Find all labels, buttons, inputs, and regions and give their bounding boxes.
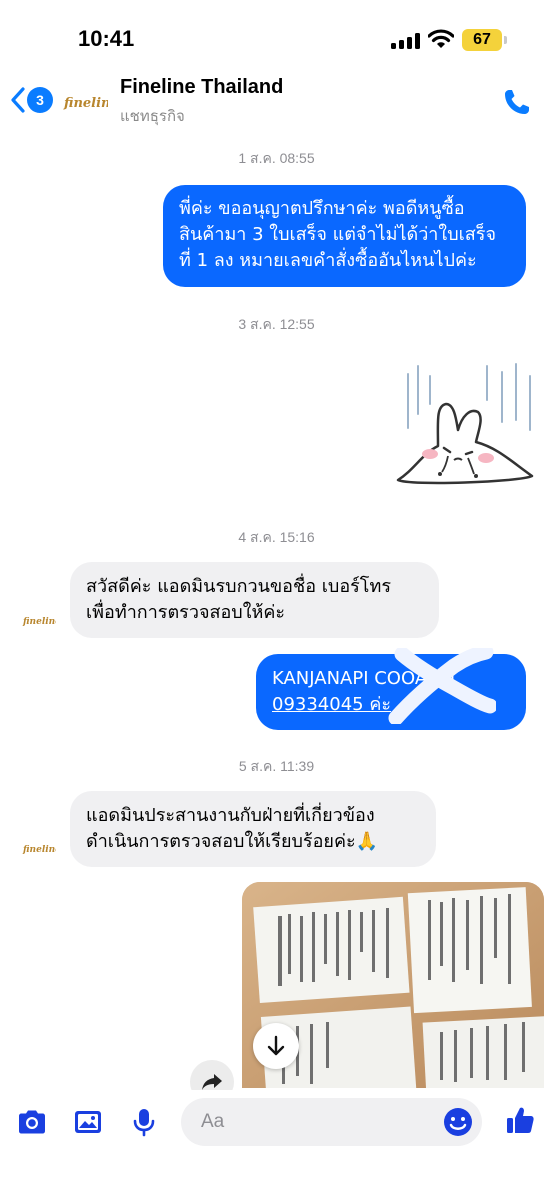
image-gallery-icon[interactable] [72,1106,104,1138]
incoming-message[interactable]: สวัสดีค่ะ แอดมินรบกวนขอชื่อ เบอร์โทร เพื… [70,562,439,638]
timestamp: 4 ส.ค. 15:16 [238,529,315,545]
microphone-icon[interactable] [128,1106,160,1138]
wifi-icon [428,29,454,48]
message-line: ดำเนินการตรวจสอบให้เรียบร้อยค่ะ🙏 [86,831,379,852]
thumbs-up-icon[interactable] [504,1104,536,1136]
svg-text:fineline: fineline [63,96,108,111]
fineline-logo-avatar[interactable]: fineline [22,836,56,860]
timestamp: 3 ส.ค. 12:55 [238,316,315,332]
unread-count-badge: 3 [27,87,53,113]
message-line: สวัสดีค่ะ แอดมินรบกวนขอชื่อ เบอร์โทร [86,576,391,597]
emoji-icon[interactable] [442,1106,474,1138]
signal-icon [391,33,421,49]
timestamp: 1 ส.ค. 08:55 [238,150,315,166]
outgoing-message[interactable]: พี่ค่ะ ขออนุญาตปรึกษาค่ะ พอดีหนูซื้อ สิน… [163,185,526,287]
message-line: สินค้ามา 3 ใบเสร็จ แต่จำไม่ได้ว่าใบเสร็จ [179,224,496,245]
message-line: ที่ 1 ลง หมายเลขคำสั่งซื้ออันไหนไปค่ะ [179,250,477,271]
message-line: เพื่อทำการตรวจสอบให้ค่ะ [86,602,286,623]
download-button[interactable] [253,1023,299,1069]
fineline-logo-avatar[interactable]: fineline [62,86,108,116]
status-bar: 10:41 67 [0,0,553,78]
timestamp: 5 ส.ค. 11:39 [238,758,315,774]
back-button[interactable]: 3 [8,86,54,114]
phone-icon[interactable] [503,88,531,116]
battery-indicator: 67 [462,29,507,51]
contact-subtitle: แชทธุรกิจ [120,108,185,125]
message-input[interactable]: Aa [181,1098,482,1146]
svg-text:fineline: fineline [22,617,56,627]
contact-name[interactable]: Fineline Thailand [120,76,283,99]
message-line: พี่ค่ะ ขออนุญาตปรึกษาค่ะ พอดีหนูซื้อ [179,198,465,219]
crying-bunny-sticker[interactable] [392,362,542,494]
message-input-placeholder: Aa [201,1111,225,1132]
fineline-logo-avatar[interactable]: fineline [22,608,56,632]
outgoing-message[interactable]: KANJANAPI COOALAI 09334045 ค่ะ [256,648,526,730]
share-arrow-icon [202,1074,222,1090]
status-time: 10:41 [78,26,135,51]
svg-text:fineline: fineline [22,845,56,855]
camera-icon[interactable] [16,1106,48,1138]
chat-header: 3 fineline Fineline Thailand แชทธุรกิจ [0,70,553,132]
chevron-left-icon [11,87,25,113]
incoming-message[interactable]: แอดมินประสานงานกับฝ่ายที่เกี่ยวข้อง ดำเน… [70,791,436,867]
arrow-down-icon [267,1035,285,1056]
message-line: แอดมินประสานงานกับฝ่ายที่เกี่ยวข้อง [86,805,375,826]
scribble-redaction [388,648,496,724]
